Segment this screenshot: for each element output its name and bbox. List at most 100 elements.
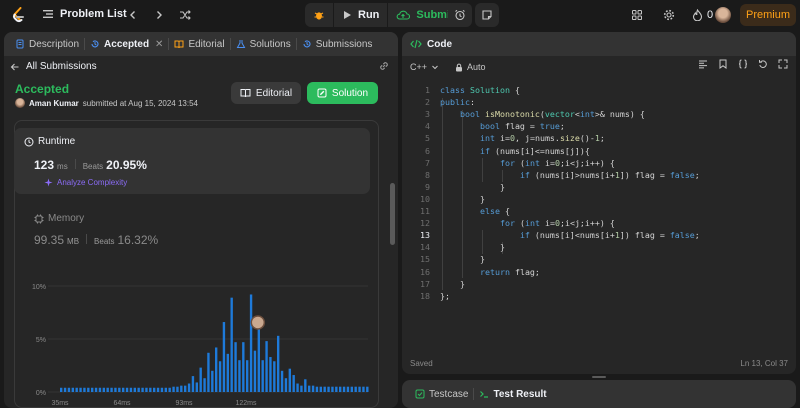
code-line[interactable]: 6 if (nums[i]<=nums[j]){ [402,145,796,157]
tab-submissions[interactable]: Submissions [297,32,378,56]
chart-bar[interactable] [199,367,202,392]
chart-bar[interactable] [238,360,241,392]
chart-bar[interactable] [125,387,129,392]
chart-bar[interactable] [350,386,353,392]
code-line[interactable]: 8 if (nums[i]>nums[i+1]) flag = false; [402,169,796,181]
chart-bar[interactable] [168,387,171,392]
chart-bar[interactable] [249,294,253,392]
chart-bar[interactable] [234,342,237,392]
runtime-distribution-chart[interactable]: 10% 5% 0% 35ms 64ms 93ms 122ms [28,278,376,408]
random-problem-button[interactable] [176,6,194,24]
chart-bar[interactable] [98,387,102,392]
chart-bar[interactable] [164,387,167,392]
code-line[interactable]: 17 } [402,278,796,290]
chart-bar[interactable] [129,387,133,392]
auto-mode-toggle[interactable]: Auto [455,62,486,72]
chart-bar[interactable] [79,387,82,392]
code-line[interactable]: 9 } [402,181,796,193]
panel-resize-handle[interactable] [592,376,606,378]
problem-list-link[interactable]: Problem List [42,8,127,20]
bookmark-icon[interactable] [718,59,728,69]
chart-bar[interactable] [253,350,257,392]
format-icon[interactable] [698,59,708,69]
tab-testcase[interactable]: Testcase [410,389,473,400]
chart-bar[interactable] [156,387,160,392]
chart-bar[interactable] [296,383,299,392]
debug-button[interactable] [305,3,333,27]
language-select[interactable]: C++ [410,62,439,72]
chart-bar[interactable] [195,382,198,392]
code-line[interactable]: 18}; [402,290,796,302]
chart-bar[interactable] [60,387,63,392]
tab-editorial[interactable]: Editorial [169,32,229,56]
chart-bar[interactable] [354,386,357,392]
chart-bar[interactable] [288,368,291,392]
chart-bar[interactable] [184,385,187,392]
chart-bar[interactable] [83,387,86,392]
chart-bar[interactable] [308,385,311,392]
chart-bar[interactable] [265,341,268,392]
avatar[interactable] [715,7,731,23]
chart-bar[interactable] [311,385,315,392]
chart-bar[interactable] [346,386,350,392]
code-line[interactable]: 7 for (int i=0;i<j;i++) { [402,157,796,169]
expand-icon[interactable] [778,59,788,69]
author-avatar[interactable] [15,98,25,108]
chart-bar[interactable] [358,386,361,392]
code-line[interactable]: 3 bool isMonotonic(vector<int>& nums) { [402,108,796,120]
author-name[interactable]: Aman Kumar [29,99,79,108]
analyze-complexity-link[interactable]: Analyze Complexity [44,178,127,187]
chart-bar[interactable] [319,386,322,392]
chart-bar[interactable] [273,361,276,392]
run-button[interactable]: Run [334,3,387,27]
code-line[interactable]: 10 } [402,193,796,205]
code-line[interactable]: 1 class Solution { [402,84,796,96]
chart-bar[interactable] [335,386,338,392]
chart-bar[interactable] [87,387,90,392]
layout-button[interactable] [628,6,646,24]
chart-bar[interactable] [122,387,125,392]
runtime-card[interactable]: Runtime 123 ms Beats 20.95% Analyze Comp… [14,128,370,194]
chart-bar[interactable] [300,385,303,392]
chart-bar[interactable] [160,387,164,392]
tab-solutions[interactable]: Solutions [231,32,296,56]
share-link-button[interactable] [378,60,390,75]
editorial-button[interactable]: Editorial [231,82,301,104]
chart-bar[interactable] [180,385,183,392]
chart-bar[interactable] [75,387,78,392]
tab-test-result[interactable]: Test Result [474,389,551,400]
chart-bar[interactable] [102,387,105,392]
chart-bar[interactable] [149,387,152,392]
chart-bar[interactable] [141,387,144,392]
streak-counter[interactable]: 0 [692,9,713,21]
chart-bar[interactable] [230,297,233,392]
solution-button[interactable]: Solution [307,82,378,104]
chart-bar[interactable] [145,387,148,392]
tab-description[interactable]: Description [10,32,84,56]
chart-bar[interactable] [94,387,98,392]
settings-button[interactable] [660,6,678,24]
chart-bar[interactable] [172,386,175,392]
code-line[interactable]: 12 for (int i=0;i<j;i++) { [402,217,796,229]
notes-button[interactable] [475,3,499,27]
chart-bar[interactable] [218,361,222,392]
chart-bar[interactable] [176,386,179,392]
code-line[interactable]: 14 } [402,241,796,253]
chart-bar[interactable] [261,360,264,392]
chart-bar[interactable] [269,357,272,392]
next-problem-button[interactable] [150,6,168,24]
chart-bar[interactable] [137,387,140,392]
chart-bar[interactable] [211,370,214,392]
code-editor[interactable]: 1 class Solution {2 public: 3 bool isMonoto… [402,80,796,350]
tab-accepted[interactable]: Accepted ✕ [85,32,168,56]
chart-bar[interactable] [246,360,249,392]
chart-bar[interactable] [203,378,206,392]
chart-bar[interactable] [207,352,210,392]
code-line[interactable]: 4 bool flag = true; [402,120,796,132]
chart-bar[interactable] [67,387,71,392]
chart-bar[interactable] [331,386,334,392]
chart-bar[interactable] [110,387,113,392]
chart-bar[interactable] [153,387,156,392]
code-line[interactable]: 15 } [402,253,796,265]
chart-bar[interactable] [327,386,330,392]
